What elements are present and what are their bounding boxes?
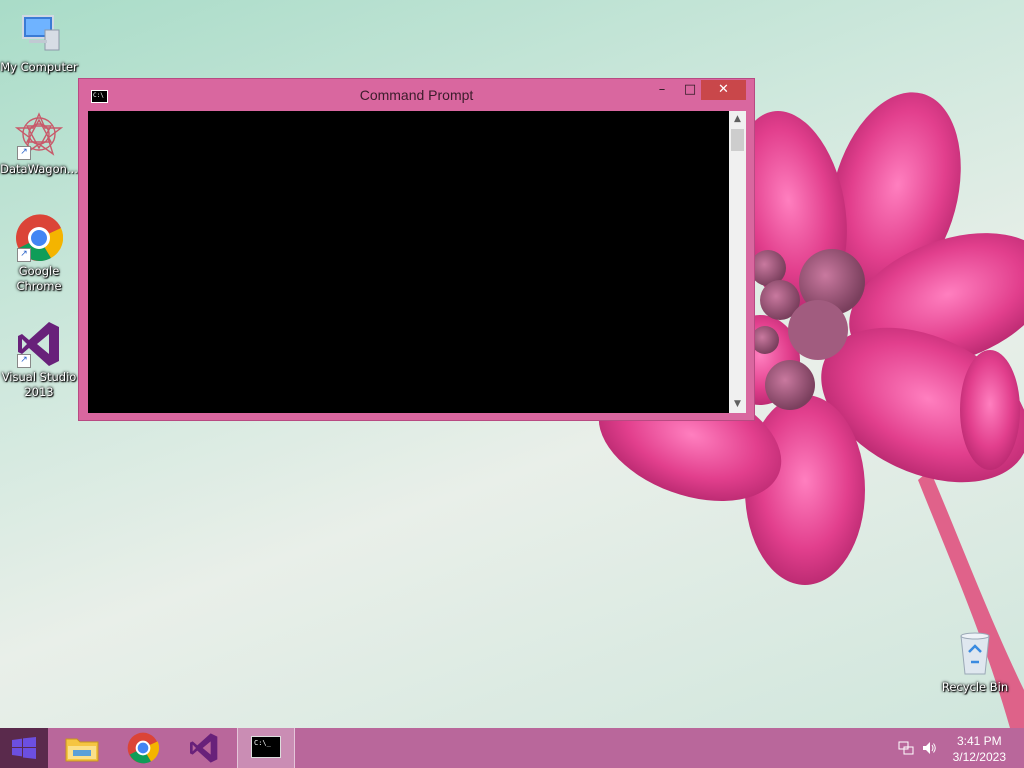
- desktop-icon-datawagon[interactable]: ↗ DataWagon...: [0, 112, 78, 177]
- chrome-icon: [127, 732, 159, 764]
- network-icon[interactable]: [898, 740, 914, 756]
- desktop-icon-label: Recycle Bin: [941, 680, 1009, 694]
- console-area[interactable]: [88, 111, 729, 413]
- clock-date: 3/12/2023: [952, 750, 1006, 764]
- desktop-icon-label: Google Chrome: [16, 264, 62, 293]
- chrome-icon: ↗: [15, 214, 64, 262]
- window-titlebar[interactable]: C:\ Command Prompt – □ ✕: [79, 79, 754, 111]
- desktop-icon-label: My Computer: [0, 60, 78, 74]
- datawagon-icon: ↗: [14, 112, 64, 160]
- scroll-down-icon[interactable]: ▼: [729, 396, 746, 413]
- taskbar-file-explorer[interactable]: [53, 728, 111, 768]
- command-prompt-window[interactable]: C:\ Command Prompt – □ ✕ ▲ ▼: [78, 78, 755, 421]
- desktop-icon-label: DataWagon...: [0, 162, 78, 176]
- scroll-thumb[interactable]: [731, 129, 744, 151]
- folder-icon: [65, 738, 99, 762]
- system-clock[interactable]: 3:41 PM 3/12/2023: [953, 733, 1006, 765]
- scroll-up-icon[interactable]: ▲: [729, 111, 746, 128]
- start-button[interactable]: [0, 728, 48, 768]
- computer-icon: [15, 10, 63, 58]
- shortcut-arrow-icon: ↗: [17, 146, 31, 160]
- maximize-button[interactable]: □: [679, 80, 701, 100]
- desktop-icon-visual-studio[interactable]: ↗ Visual Studio 2013: [0, 320, 78, 400]
- windows-logo-icon: [12, 737, 36, 759]
- shortcut-arrow-icon: ↗: [17, 248, 31, 262]
- visual-studio-icon: [190, 733, 218, 763]
- desktop-icon-label: Visual Studio 2013: [1, 370, 77, 399]
- desktop-icon-my-computer[interactable]: My Computer: [0, 10, 78, 75]
- visual-studio-icon: ↗: [15, 320, 63, 368]
- cmd-icon: C:\_: [251, 736, 281, 758]
- taskbar-visual-studio[interactable]: [175, 728, 233, 768]
- taskbar: C:\_ 3:41 PM 3/12/2023: [0, 728, 1024, 768]
- vertical-scrollbar[interactable]: ▲ ▼: [729, 111, 746, 413]
- close-button[interactable]: ✕: [701, 80, 746, 100]
- clock-time: 3:41 PM: [956, 734, 1002, 748]
- minimize-button[interactable]: –: [651, 80, 673, 100]
- recycle-bin-icon: [951, 630, 999, 678]
- taskbar-command-prompt[interactable]: C:\_: [237, 728, 295, 768]
- volume-icon[interactable]: [921, 740, 937, 756]
- taskbar-google-chrome[interactable]: [114, 728, 172, 768]
- desktop-icon-google-chrome[interactable]: ↗ Google Chrome: [0, 214, 78, 294]
- desktop-icon-recycle-bin[interactable]: Recycle Bin: [936, 630, 1014, 695]
- shortcut-arrow-icon: ↗: [17, 354, 31, 368]
